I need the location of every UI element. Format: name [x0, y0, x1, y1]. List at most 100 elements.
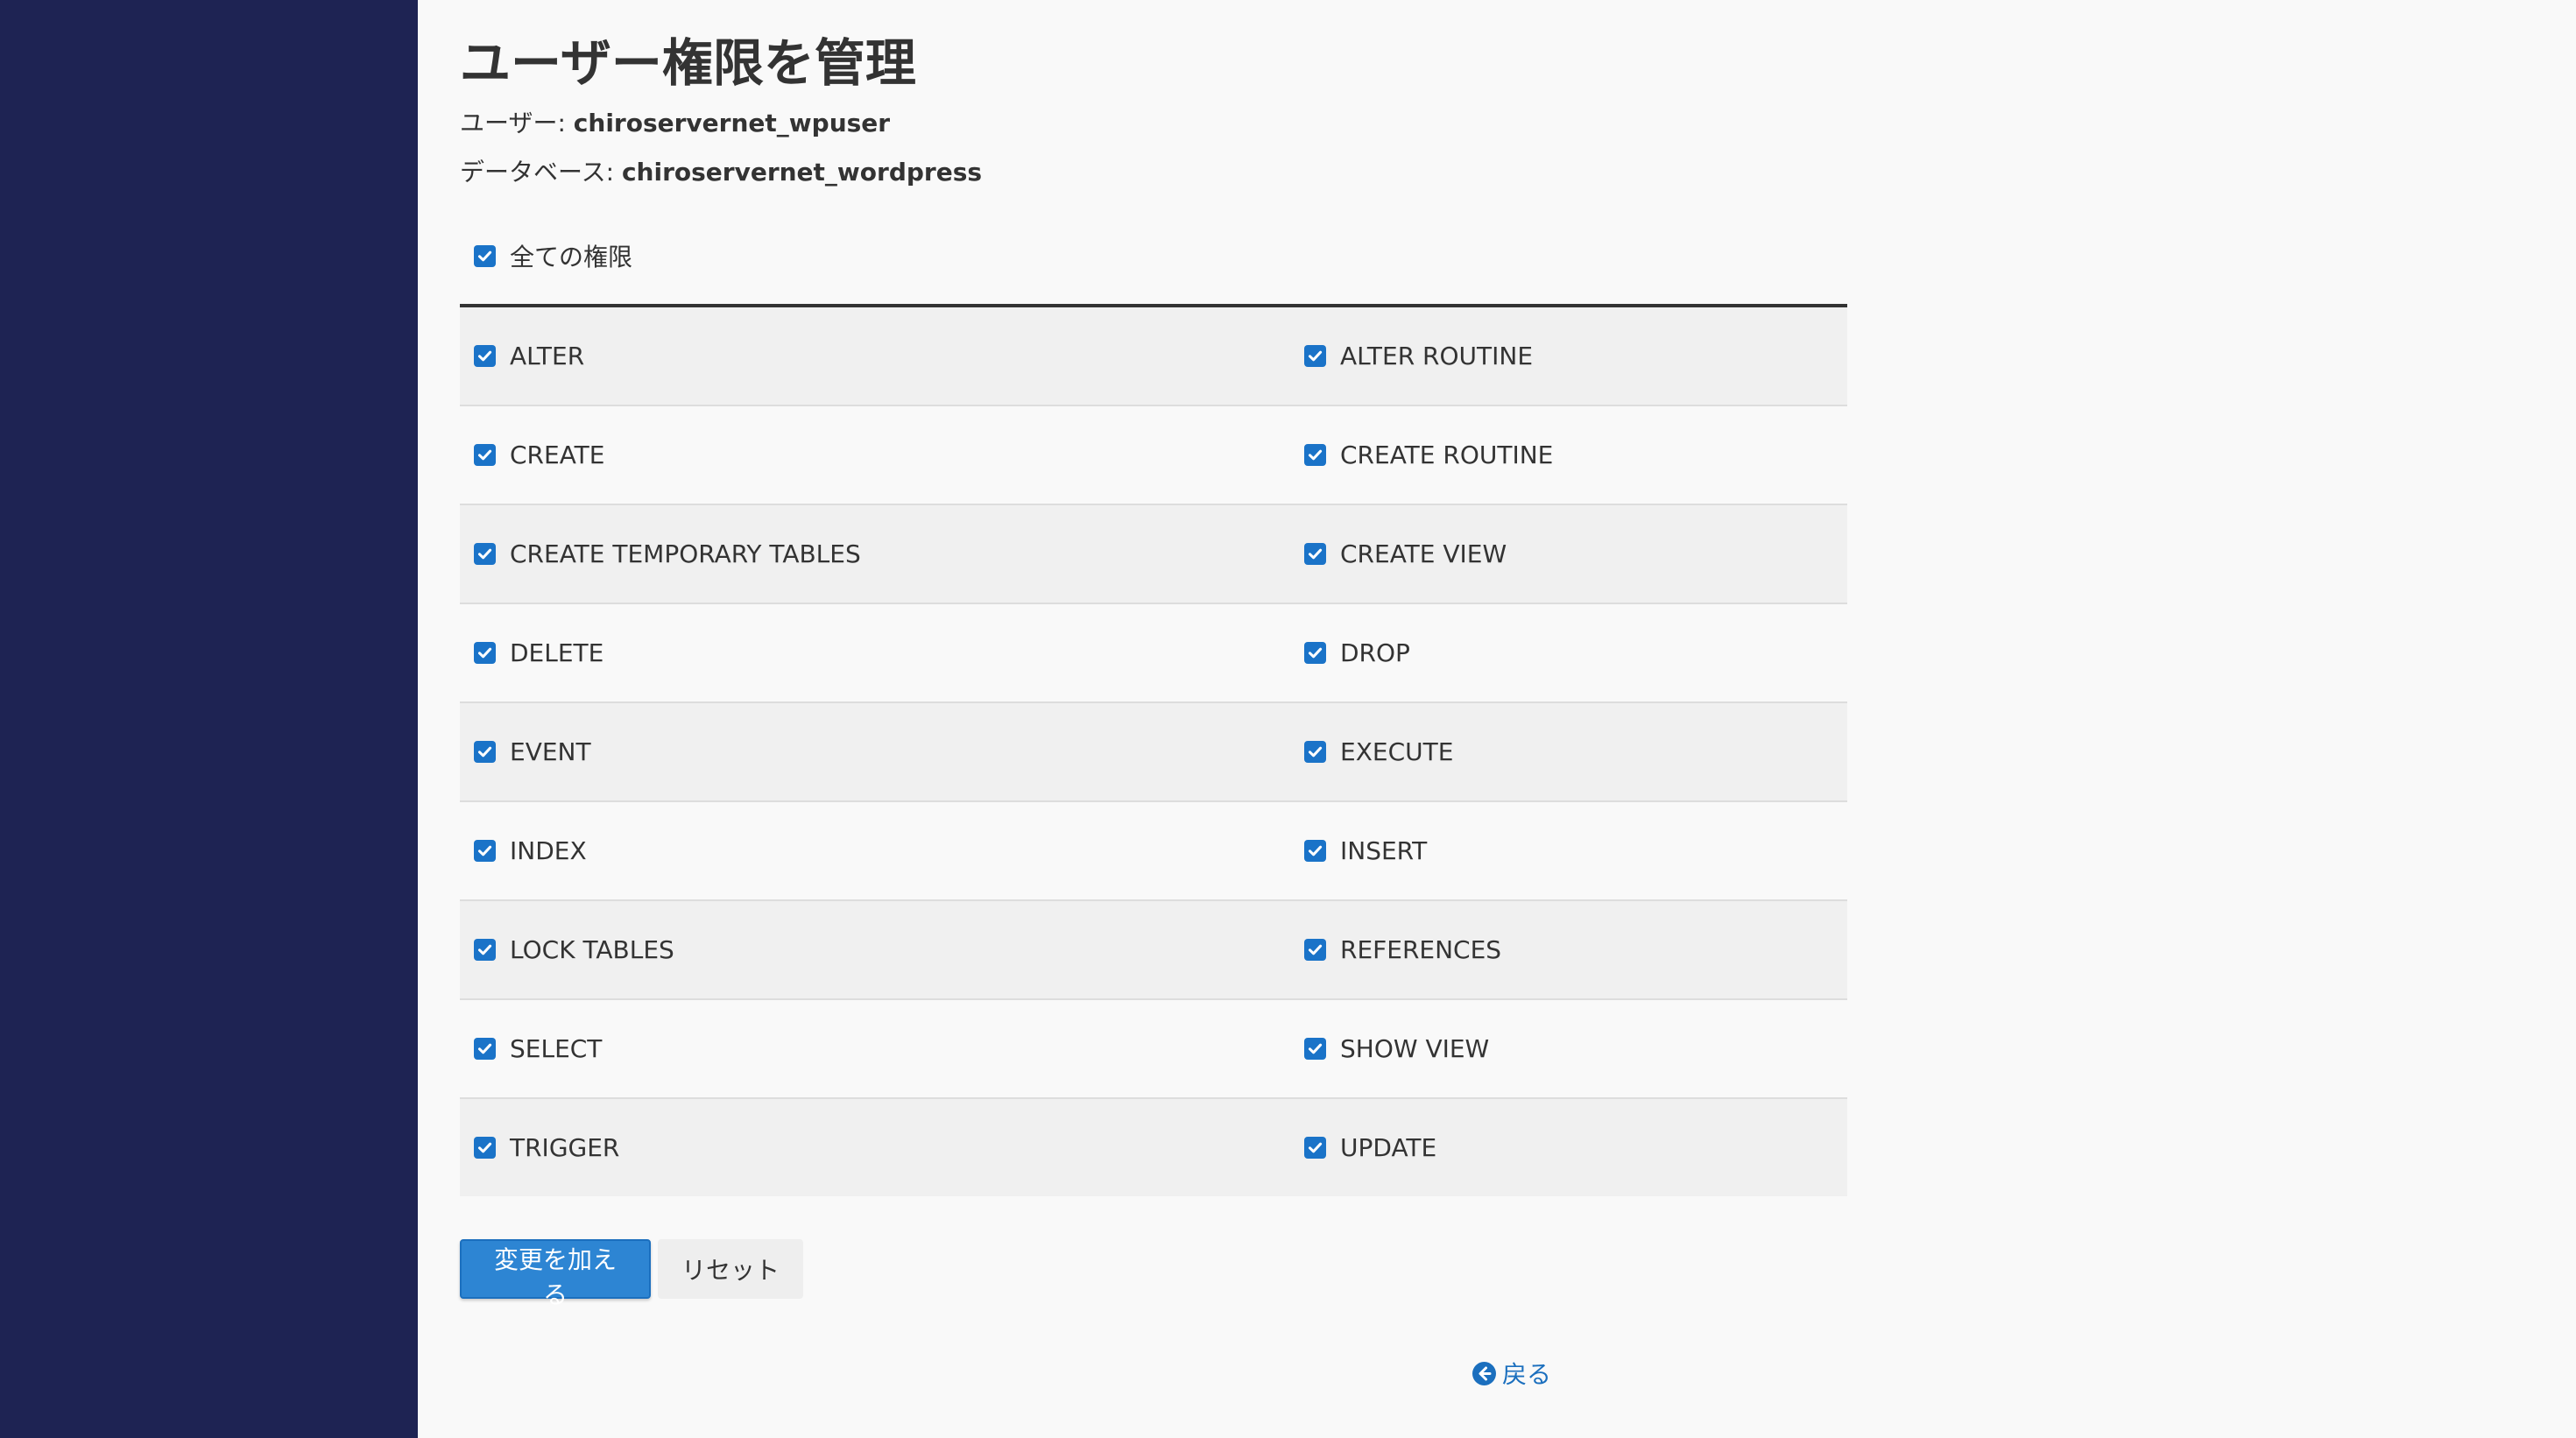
privilege-option-alter[interactable]: ALTER	[460, 307, 1290, 405]
checkmark-icon	[1309, 548, 1323, 560]
privilege-checkbox[interactable]	[1304, 543, 1326, 565]
privilege-label: ALTER ROUTINE	[1340, 342, 1534, 370]
checkmark-icon	[1309, 647, 1323, 659]
page-title: ユーザー権限を管理	[460, 33, 916, 93]
privilege-row: ALTER ALTER ROUTINE	[460, 307, 1847, 406]
privilege-checkbox[interactable]	[474, 444, 496, 466]
privilege-option-create-view[interactable]: CREATE VIEW	[1290, 505, 1847, 603]
privilege-option-execute[interactable]: EXECUTE	[1290, 703, 1847, 800]
privilege-row: LOCK TABLES REFERENCES	[460, 901, 1847, 1000]
privilege-option-trigger[interactable]: TRIGGER	[460, 1099, 1290, 1196]
privilege-row: TRIGGER UPDATE	[460, 1099, 1847, 1196]
privilege-label: DROP	[1340, 638, 1410, 667]
privilege-checkbox[interactable]	[474, 840, 496, 862]
privilege-label: ALTER	[510, 342, 585, 370]
privilege-option-event[interactable]: EVENT	[460, 703, 1290, 800]
all-privileges-option[interactable]: 全ての権限	[474, 236, 632, 275]
checkmark-icon	[1309, 350, 1323, 362]
privilege-checkbox[interactable]	[474, 939, 496, 961]
sidebar	[0, 0, 418, 1438]
apply-changes-button[interactable]: 変更を加える	[460, 1239, 651, 1309]
privileges-table: ALTER ALTER ROUTINE CREATE CREATE ROUTINE CR…	[460, 304, 1847, 1196]
privilege-checkbox[interactable]	[1304, 345, 1326, 367]
privilege-option-delete[interactable]: DELETE	[460, 604, 1290, 701]
privilege-row: CREATE CREATE ROUTINE	[460, 406, 1847, 505]
privilege-label: CREATE TEMPORARY TABLES	[510, 539, 861, 568]
privilege-option-create-temporary-tables[interactable]: CREATE TEMPORARY TABLES	[460, 505, 1290, 603]
privilege-label: SELECT	[510, 1034, 603, 1063]
privilege-label: DELETE	[510, 638, 604, 667]
checkmark-icon	[478, 845, 492, 856]
user-info-value: chiroservernet_wpuser	[573, 109, 891, 137]
privilege-label: EXECUTE	[1340, 737, 1454, 766]
privilege-option-references[interactable]: REFERENCES	[1290, 901, 1847, 998]
checkmark-icon	[478, 1142, 492, 1153]
privilege-option-select[interactable]: SELECT	[460, 1000, 1290, 1097]
checkmark-icon	[478, 1043, 492, 1054]
privilege-label: CREATE VIEW	[1340, 539, 1507, 568]
privilege-checkbox[interactable]	[474, 1038, 496, 1060]
privilege-checkbox[interactable]	[474, 741, 496, 763]
privilege-checkbox[interactable]	[1304, 1038, 1326, 1060]
all-privileges-label: 全ての権限	[510, 243, 633, 271]
privilege-row: INDEX INSERT	[460, 802, 1847, 901]
privilege-option-drop[interactable]: DROP	[1290, 604, 1847, 701]
privilege-option-lock-tables[interactable]: LOCK TABLES	[460, 901, 1290, 998]
database-info-value: chiroservernet_wordpress	[621, 158, 983, 187]
checkmark-icon	[1309, 449, 1323, 461]
reset-button[interactable]: リセット	[658, 1239, 803, 1299]
back-link-label: 戻る	[1502, 1360, 1552, 1389]
privilege-label: LOCK TABLES	[510, 935, 674, 964]
all-privileges-checkbox[interactable]	[474, 244, 496, 267]
database-info: データベース: chiroservernet_wordpress	[460, 154, 982, 191]
user-info: ユーザー: chiroservernet_wpuser	[460, 105, 890, 142]
privilege-option-create-routine[interactable]: CREATE ROUTINE	[1290, 406, 1847, 504]
privilege-checkbox[interactable]	[1304, 741, 1326, 763]
privilege-label: CREATE	[510, 441, 605, 469]
privilege-checkbox[interactable]	[1304, 642, 1326, 664]
checkmark-icon	[1309, 944, 1323, 955]
privilege-label: EVENT	[510, 737, 591, 766]
checkmark-icon	[478, 548, 492, 560]
privilege-label: SHOW VIEW	[1340, 1034, 1490, 1063]
privilege-checkbox[interactable]	[474, 543, 496, 565]
privilege-checkbox[interactable]	[474, 1137, 496, 1159]
privilege-checkbox[interactable]	[474, 345, 496, 367]
privilege-checkbox[interactable]	[474, 642, 496, 664]
checkmark-icon	[1309, 845, 1323, 856]
privilege-row: SELECT SHOW VIEW	[460, 1000, 1847, 1099]
checkmark-icon	[478, 746, 492, 758]
privilege-checkbox[interactable]	[1304, 1137, 1326, 1159]
privilege-row: EVENT EXECUTE	[460, 703, 1847, 802]
arrow-circle-left-icon	[1472, 1361, 1496, 1385]
form-actions: 変更を加える リセット	[460, 1239, 803, 1309]
checkmark-icon	[478, 647, 492, 659]
checkmark-icon	[1309, 1043, 1323, 1054]
privilege-label: UPDATE	[1340, 1133, 1437, 1162]
privilege-label: REFERENCES	[1340, 935, 1502, 964]
privilege-option-insert[interactable]: INSERT	[1290, 802, 1847, 899]
privilege-checkbox[interactable]	[1304, 939, 1326, 961]
checkmark-icon	[478, 449, 492, 461]
privilege-option-update[interactable]: UPDATE	[1290, 1099, 1847, 1196]
privilege-checkbox[interactable]	[1304, 444, 1326, 466]
checkmark-icon	[478, 944, 492, 955]
privilege-option-index[interactable]: INDEX	[460, 802, 1290, 899]
privilege-row: DELETE DROP	[460, 604, 1847, 703]
privilege-label: TRIGGER	[510, 1133, 620, 1162]
database-info-label: データベース:	[460, 158, 622, 187]
privilege-option-create[interactable]: CREATE	[460, 406, 1290, 504]
privilege-option-show-view[interactable]: SHOW VIEW	[1290, 1000, 1847, 1097]
privilege-row: CREATE TEMPORARY TABLES CREATE VIEW	[460, 505, 1847, 604]
privilege-option-alter-routine[interactable]: ALTER ROUTINE	[1290, 307, 1847, 405]
checkmark-icon	[1309, 1142, 1323, 1153]
privilege-label: INSERT	[1340, 836, 1428, 865]
privilege-label: CREATE ROUTINE	[1340, 441, 1554, 469]
checkmark-icon	[1309, 746, 1323, 758]
checkmark-icon	[478, 250, 492, 261]
privilege-checkbox[interactable]	[1304, 840, 1326, 862]
user-info-label: ユーザー:	[460, 109, 574, 137]
privilege-label: INDEX	[510, 836, 587, 865]
back-link[interactable]: 戻る	[1471, 1356, 1551, 1391]
checkmark-icon	[478, 350, 492, 362]
